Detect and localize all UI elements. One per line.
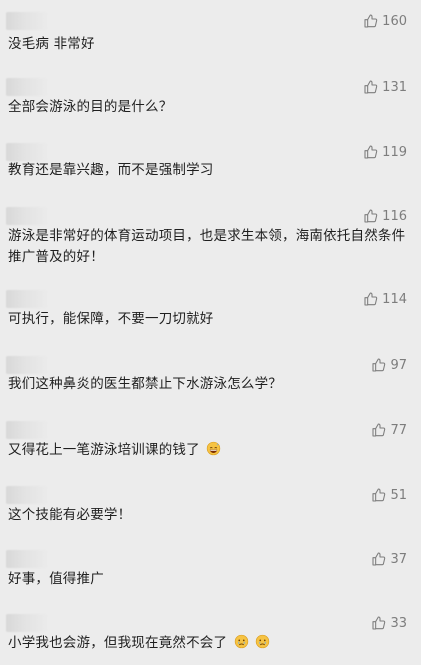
comment-item: 116 游泳是非常好的体育运动项目，也是求生本领，海南依托自然条件推广普及的好！ [0,207,421,269]
comment-list: 160 没毛病 非常好 131 全部会游泳的目的是什么？ 119 教育还是靠兴趣… [0,0,421,665]
thumbs-up-icon [371,551,387,567]
like-count: 33 [390,615,407,631]
like-count: 114 [382,291,407,307]
blurred-username [6,550,48,568]
comment-text: 小学我也会游，但我现在竟然不会了 [8,633,407,654]
comment-text: 没毛病 非常好 [8,36,95,52]
like-button[interactable]: 51 [371,486,407,504]
comment-item: 77 又得花上一笔游泳培训课的钱了 [0,421,421,471]
comment-text: 又得花上一笔游泳培训课的钱了 [8,440,407,461]
like-button[interactable]: 77 [371,421,407,439]
thumbs-up-icon [363,13,379,29]
blurred-username [6,356,48,374]
like-count: 37 [390,551,407,567]
comment-item: 119 教育还是靠兴趣，而不是强制学习 [0,143,421,193]
blurred-username [6,12,48,30]
like-button[interactable]: 97 [371,356,407,374]
comment-item: 131 全部会游泳的目的是什么？ [0,78,421,128]
thumbs-up-icon [371,357,387,373]
like-count: 131 [382,79,407,95]
blurred-username [6,207,48,225]
like-count: 51 [390,487,407,503]
like-button[interactable]: 116 [363,207,407,225]
crying-face-emoji-icon [255,634,270,649]
thumbs-up-icon [363,144,379,160]
like-count: 77 [390,422,407,438]
crying-face-emoji-icon [234,634,249,649]
blurred-username [6,143,48,161]
comment-item: 160 没毛病 非常好 [0,12,421,62]
thumbs-up-icon [371,487,387,503]
like-count: 97 [390,357,407,373]
like-button[interactable]: 160 [363,12,407,30]
comment-text-content: 又得花上一笔游泳培训课的钱了 [8,442,200,458]
like-button[interactable]: 131 [363,78,407,96]
comment-text: 可执行，能保障，不要一刀切就好 [8,311,214,327]
comment-item: 37 好事，值得推广 [0,550,421,600]
like-button[interactable]: 119 [363,143,407,161]
comment-text: 游泳是非常好的体育运动项目，也是求生本领，海南依托自然条件推广普及的好！ [8,228,406,265]
comment-text: 全部会游泳的目的是什么？ [8,99,173,115]
like-count: 160 [382,13,407,29]
like-count: 116 [382,208,407,224]
comment-text: 我们这种鼻炎的医生都禁止下水游泳怎么学？ [8,376,282,392]
thumbs-up-icon [363,79,379,95]
comment-text: 好事，值得推广 [8,571,104,587]
comment-item: 51 这个技能有必要学！ [0,486,421,536]
grinning-sweat-emoji-icon [206,441,221,456]
thumbs-up-icon [363,291,379,307]
comment-text: 教育还是靠兴趣，而不是强制学习 [8,162,214,178]
like-button[interactable]: 114 [363,290,407,308]
blurred-username [6,614,48,632]
like-button[interactable]: 33 [371,614,407,632]
thumbs-up-icon [363,208,379,224]
comment-item: 33 小学我也会游，但我现在竟然不会了 [0,614,421,664]
blurred-username [6,290,48,308]
like-count: 119 [382,144,407,160]
comment-item: 114 可执行，能保障，不要一刀切就好 [0,290,421,340]
blurred-username [6,486,48,504]
comment-text: 这个技能有必要学！ [8,507,132,523]
blurred-username [6,78,48,96]
like-button[interactable]: 37 [371,550,407,568]
comment-item: 97 我们这种鼻炎的医生都禁止下水游泳怎么学？ [0,356,421,406]
blurred-username [6,421,48,439]
comment-text-content: 小学我也会游，但我现在竟然不会了 [8,635,228,651]
thumbs-up-icon [371,615,387,631]
thumbs-up-icon [371,422,387,438]
